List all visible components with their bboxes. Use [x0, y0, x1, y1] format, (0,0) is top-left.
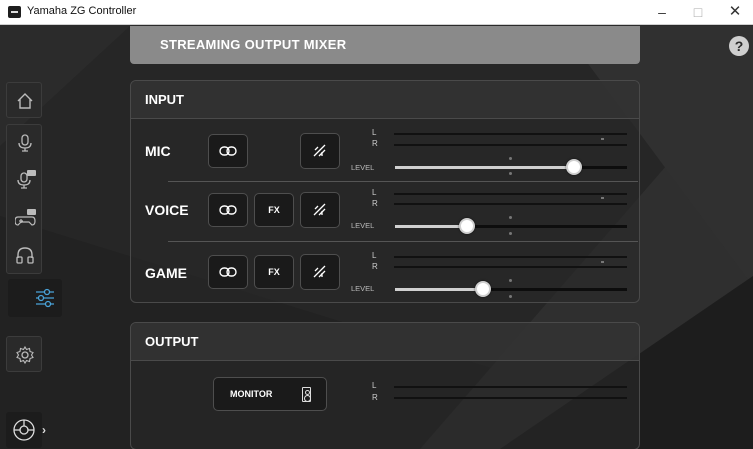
game-level-slider[interactable] — [395, 281, 627, 297]
game-link-button[interactable] — [208, 255, 248, 289]
center-mark — [509, 216, 512, 219]
monitor-button[interactable]: MONITOR — [213, 377, 327, 411]
meter-peak — [601, 138, 604, 140]
center-mark — [509, 279, 512, 282]
gamepad-fx-icon — [15, 209, 36, 226]
input-panel-title: INPUT — [145, 92, 184, 107]
voice-level-slider[interactable] — [395, 218, 627, 234]
sidebar-item-home[interactable] — [6, 82, 42, 118]
input-panel-header: INPUT — [131, 81, 639, 119]
center-mark — [509, 172, 512, 175]
chevron-right-icon[interactable]: › — [42, 423, 46, 437]
meter-label-r: R — [372, 139, 378, 148]
sidebar-item-mic[interactable] — [7, 125, 43, 161]
link-icon — [219, 267, 237, 277]
mute-icon — [313, 265, 326, 278]
device-icon — [13, 419, 35, 441]
window-title: Yamaha ZG Controller — [27, 5, 137, 17]
meter-peak — [601, 197, 604, 199]
slider-knob[interactable] — [475, 281, 492, 297]
meter-label-r: R — [372, 393, 378, 402]
output-meter-right — [394, 397, 627, 399]
mic-meter-right — [394, 144, 627, 146]
output-meter-left — [394, 386, 627, 388]
headphones-icon — [16, 247, 34, 264]
sidebar-item-settings[interactable] — [6, 336, 42, 372]
sidebar-item-headphones[interactable] — [7, 237, 43, 273]
mic-link-button[interactable] — [208, 134, 248, 168]
help-button[interactable]: ? — [729, 36, 749, 56]
center-mark — [509, 232, 512, 235]
slider-fill — [395, 288, 484, 291]
monitor-label: MONITOR — [230, 389, 273, 399]
page-header: STREAMING OUTPUT MIXER — [130, 26, 640, 64]
meter-label-l: L — [372, 188, 377, 197]
mic-meter-left — [394, 133, 627, 135]
app-logo-icon — [8, 6, 21, 18]
meter-label-l: L — [372, 251, 377, 260]
voice-link-button[interactable] — [208, 193, 248, 227]
game-meter-left — [394, 256, 627, 258]
output-panel-title: OUTPUT — [145, 334, 199, 349]
channel-label-game: GAME — [145, 265, 187, 281]
meter-label-r: R — [372, 262, 378, 271]
microphone-icon — [18, 134, 32, 152]
sidebar-item-game-fx[interactable] — [7, 200, 43, 236]
center-mark — [509, 295, 512, 298]
meter-peak — [601, 261, 604, 263]
game-meter-right — [394, 266, 627, 268]
meter-label-l: L — [372, 128, 377, 137]
mic-level-slider[interactable] — [395, 159, 627, 175]
sidebar-group — [6, 124, 42, 274]
output-panel-header: OUTPUT — [131, 323, 639, 361]
slider-fill — [395, 225, 467, 228]
sidebar-item-mixer[interactable] — [8, 279, 62, 317]
center-mark — [509, 157, 512, 160]
meter-label-r: R — [372, 199, 378, 208]
row-divider — [168, 181, 638, 182]
output-panel: OUTPUT MONITOR L R — [130, 322, 640, 449]
sliders-icon — [36, 288, 54, 308]
link-icon — [219, 205, 237, 215]
level-label: LEVEL — [351, 284, 375, 293]
voice-meter-right — [394, 203, 627, 205]
level-label: LEVEL — [351, 163, 375, 172]
voice-fx-button[interactable]: FX — [254, 193, 294, 227]
main-area: › STREAMING OUTPUT MIXER ? INPUT MIC L R — [0, 26, 753, 449]
sidebar-item-mic-fx[interactable] — [7, 162, 43, 198]
microphone-fx-icon — [17, 170, 36, 189]
game-mute-button[interactable] — [300, 254, 340, 290]
voice-meter-left — [394, 193, 627, 195]
page-title: STREAMING OUTPUT MIXER — [160, 37, 347, 52]
speaker-icon — [302, 387, 311, 402]
channel-label-mic: MIC — [145, 143, 171, 159]
slider-fill — [395, 166, 574, 169]
voice-mute-button[interactable] — [300, 192, 340, 228]
mic-mute-button[interactable] — [300, 133, 340, 169]
minimize-button[interactable]: – — [644, 0, 680, 25]
mute-icon — [313, 203, 326, 216]
maximize-button[interactable]: □ — [680, 0, 716, 25]
level-label: LEVEL — [351, 221, 375, 230]
home-icon — [17, 93, 33, 109]
link-icon — [219, 146, 237, 156]
slider-knob[interactable] — [458, 218, 475, 234]
close-button[interactable]: ✕ — [717, 0, 753, 25]
slider-knob[interactable] — [565, 159, 582, 175]
row-divider — [168, 241, 638, 242]
input-panel: INPUT MIC L R LEVEL VOICE FX L R LEVEL G… — [130, 80, 640, 303]
meter-label-l: L — [372, 381, 377, 390]
gear-icon — [16, 345, 34, 365]
title-bar: Yamaha ZG Controller – □ ✕ — [0, 0, 753, 25]
sidebar-item-device[interactable] — [6, 412, 42, 448]
channel-label-voice: VOICE — [145, 202, 189, 218]
game-fx-button[interactable]: FX — [254, 255, 294, 289]
mute-icon — [313, 144, 326, 157]
